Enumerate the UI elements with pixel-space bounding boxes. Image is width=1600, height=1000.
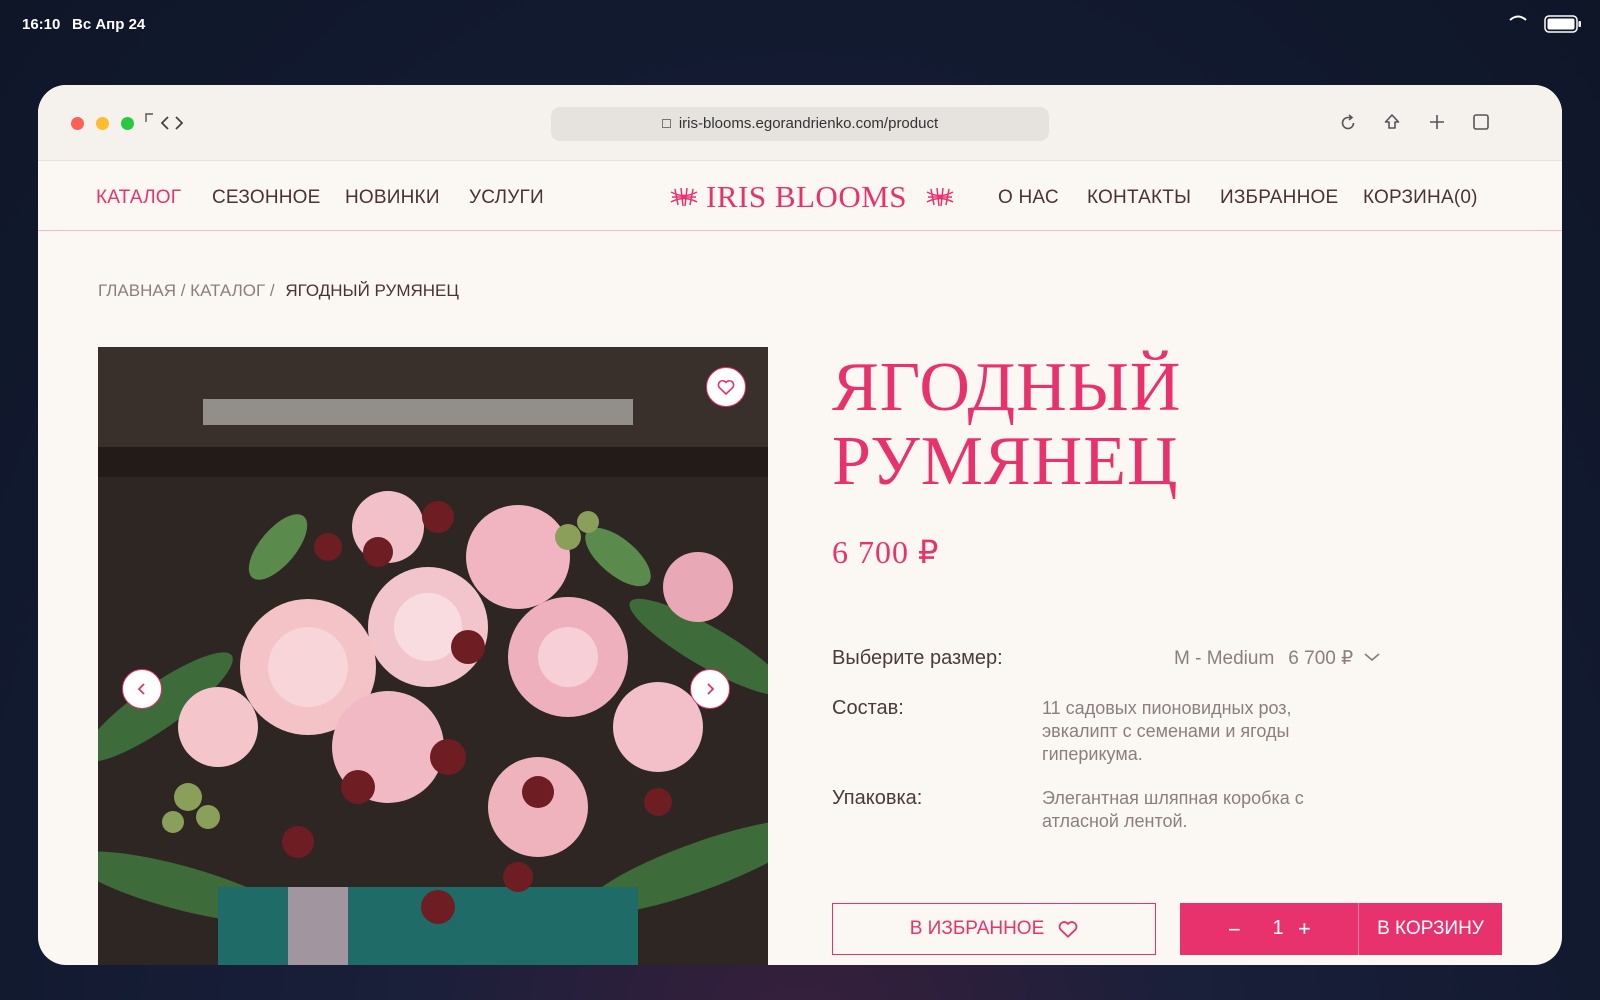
browser-window: iris-blooms.egorandrienko.com/product КА… (38, 85, 1562, 965)
new-tab-icon[interactable] (1428, 113, 1446, 131)
nav-services[interactable]: УСЛУГИ (469, 187, 544, 209)
minimize-window-button[interactable] (96, 117, 109, 130)
nav-about[interactable]: О НАС (998, 187, 1059, 209)
back-icon[interactable] (160, 115, 170, 131)
add-to-cart-button[interactable]: В КОРЗИНУ (1359, 903, 1502, 955)
logo-text: IRIS BLOOMS (706, 179, 908, 214)
close-window-button[interactable] (71, 117, 84, 130)
product-price: 6 700 ₽ (832, 534, 940, 570)
logo-ornament-left-icon (670, 187, 698, 207)
breadcrumb-home[interactable]: ГЛАВНАЯ / (98, 281, 185, 301)
tabs-overview-icon[interactable] (1472, 113, 1490, 131)
sidebar-toggle-icon[interactable] (145, 113, 155, 123)
product-title: ЯГОДНЫЙ РУМЯНЕЦ (832, 351, 1392, 499)
size-label: Выберите размер: (832, 647, 1003, 669)
logo-ornament-right-icon (926, 187, 954, 207)
nav-seasonal[interactable]: СЕЗОННОЕ (212, 187, 321, 209)
product-gallery (98, 347, 768, 965)
chevron-down-icon (1364, 653, 1380, 662)
site-header: КАТАЛОГ СЕЗОННОЕ НОВИНКИ УСЛУГИ IRIS BLO… (38, 161, 1562, 231)
packaging-label: Упаковка: (832, 787, 923, 809)
heart-icon (1058, 921, 1078, 938)
chevron-left-icon (137, 683, 145, 695)
nav-new[interactable]: НОВИНКИ (345, 187, 440, 209)
site-info-icon (661, 119, 671, 128)
size-select-price: 6 700 ₽ (1288, 648, 1354, 669)
status-bar: 16:10 Вс Апр 24 (0, 0, 1600, 48)
add-to-favorites-label: В ИЗБРАННОЕ (909, 918, 1045, 939)
quantity-decrease-button[interactable]: − (1228, 917, 1241, 943)
battery-icon (1544, 15, 1581, 33)
browser-toolbar: iris-blooms.egorandrienko.com/product (38, 85, 1562, 161)
size-select-value: M - Medium (1174, 648, 1275, 669)
product-title-line-1: ЯГОДНЫЙ (832, 349, 1182, 426)
composition-value: 11 садовых пионовидных роз, эвкалипт с с… (1042, 698, 1292, 764)
breadcrumb-current: ЯГОДНЫЙ РУМЯНЕЦ (285, 281, 459, 300)
nav-cart[interactable]: КОРЗИНА(0) (1363, 187, 1478, 209)
packaging-value: Элегантная шляпная коробка с атласной ле… (1042, 788, 1304, 831)
gallery-next-button[interactable] (690, 669, 730, 709)
composition-label: Состав: (832, 697, 904, 719)
site-logo[interactable]: IRIS BLOOMS (668, 177, 958, 217)
chevron-right-icon (707, 683, 715, 695)
nav-catalog[interactable]: КАТАЛОГ (96, 187, 181, 209)
status-date: Вс Апр 24 (72, 16, 146, 33)
add-to-favorites-button[interactable]: В ИЗБРАННОЕ (832, 903, 1156, 955)
wifi-icon (1509, 15, 1527, 21)
bouquet-photo (98, 347, 768, 965)
gallery-favorite-button[interactable] (706, 367, 746, 407)
url-text: iris-blooms.egorandrienko.com/product (678, 115, 939, 132)
gallery-prev-button[interactable] (122, 669, 162, 709)
quantity-value[interactable]: 1 (1266, 917, 1290, 940)
nav-contacts[interactable]: КОНТАКТЫ (1087, 187, 1191, 209)
share-icon[interactable] (1382, 112, 1402, 132)
status-time: 16:10 (22, 16, 61, 33)
nav-favorites[interactable]: ИЗБРАННОЕ (1220, 187, 1338, 209)
size-select[interactable]: M - Medium 6 700 ₽ (1174, 647, 1381, 670)
breadcrumb: ГЛАВНАЯ / КАТАЛОГ / ЯГОДНЫЙ РУМЯНЕЦ (98, 281, 459, 301)
product-title-line-2: РУМЯНЕЦ (832, 423, 1179, 500)
forward-icon[interactable] (174, 115, 184, 131)
breadcrumb-catalog[interactable]: КАТАЛОГ / (190, 281, 274, 301)
quantity-increase-button[interactable]: + (1298, 916, 1311, 942)
maximize-window-button[interactable] (121, 117, 134, 130)
heart-icon (717, 380, 735, 395)
reload-icon[interactable] (1338, 113, 1358, 133)
cart-controls: − 1 + В КОРЗИНУ (1180, 903, 1502, 955)
address-bar[interactable]: iris-blooms.egorandrienko.com/product (551, 107, 1049, 141)
